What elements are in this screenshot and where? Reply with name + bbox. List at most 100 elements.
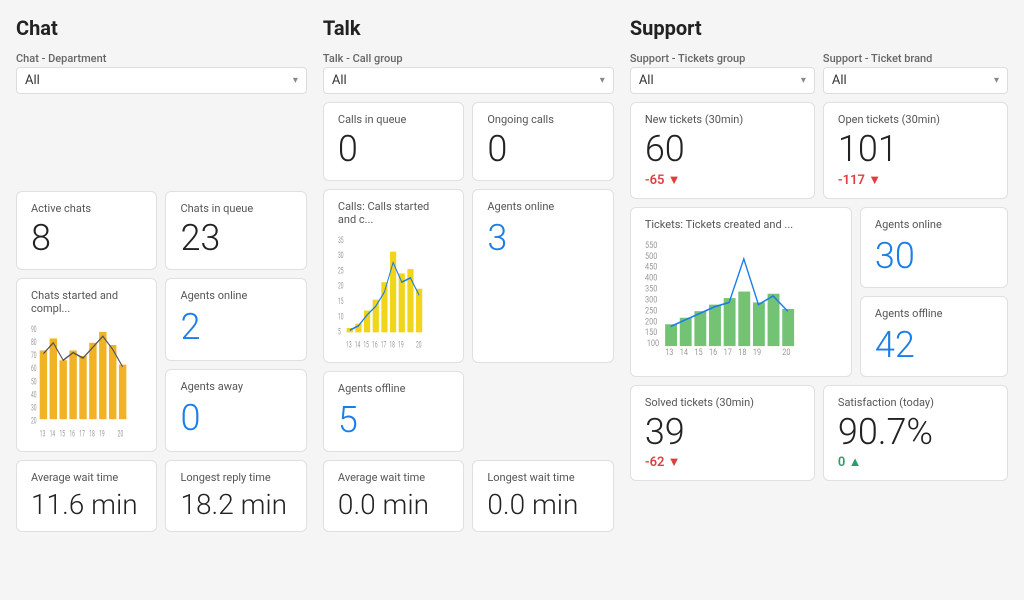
support-group-container: Support - Tickets group All ▾ [630,52,815,94]
chats-chart-label: Chats started and compl... [31,289,142,315]
chat-department-label: Chat - Department [16,52,307,65]
chats-in-queue-label: Chats in queue [180,202,291,215]
solved-tickets-card: Solved tickets (30min) 39 -62 ▼ [630,385,815,482]
svg-text:17: 17 [79,428,85,439]
svg-text:20: 20 [782,347,791,357]
support-bottom-cards: Solved tickets (30min) 39 -62 ▼ Satisfac… [630,385,1008,482]
svg-text:200: 200 [645,316,658,326]
ongoing-calls-value: 0 [487,130,598,170]
svg-text:19: 19 [753,347,761,357]
talk-agents-offline-value: 5 [338,399,449,441]
chat-mid-cards: Chats started and compl... 90 80 70 60 5… [16,278,307,452]
new-tickets-card: New tickets (30min) 60 -65 ▼ [630,102,815,199]
svg-text:35: 35 [338,234,344,245]
support-brand-dropdown[interactable]: All ▾ [823,67,1008,94]
svg-text:25: 25 [338,264,344,275]
svg-text:18: 18 [89,428,95,439]
svg-text:500: 500 [645,251,658,261]
svg-text:10: 10 [338,310,344,321]
svg-text:400: 400 [645,273,658,283]
chat-agents-online-label: Agents online [180,289,291,302]
chevron-down-icon: ▾ [293,75,298,86]
talk-agents-offline-label: Agents offline [338,382,449,395]
chat-avg-wait-label: Average wait time [31,471,142,484]
support-group-dropdown[interactable]: All ▾ [630,67,815,94]
support-agents-online-card: Agents online 30 [860,207,1008,288]
chat-bottom-cards: Average wait time 11.6 min Longest reply… [16,460,307,532]
talk-longest-wait-label: Longest wait time [487,471,598,484]
chat-agents-away-value: 0 [180,397,291,439]
talk-group-label: Talk - Call group [323,52,614,65]
calls-chart: 35 30 25 20 15 10 5 [338,232,449,352]
support-brand-container: Support - Ticket brand All ▾ [823,52,1008,94]
tickets-chart-label: Tickets: Tickets created and ... [645,218,837,231]
chats-chart: 90 80 70 60 50 40 30 20 [31,321,142,441]
chat-section: Chat Chat - Department All ▾ Active chat… [16,16,307,532]
support-group-label: Support - Tickets group [630,52,815,65]
talk-title: Talk [323,16,614,40]
svg-text:15: 15 [694,347,703,357]
open-tickets-value: 101 [838,130,993,170]
svg-text:17: 17 [723,347,732,357]
chat-agents-online-value: 2 [180,306,291,348]
svg-text:60: 60 [31,362,37,373]
talk-avg-wait-card: Average wait time 0.0 min [323,460,464,532]
svg-text:16: 16 [372,339,378,350]
talk-agents-online-card: Agents online 3 [472,189,613,363]
open-tickets-label: Open tickets (30min) [838,113,993,126]
chat-avg-wait-value: 11.6 min [31,488,142,521]
chat-department-dropdown[interactable]: All ▾ [16,67,307,94]
dashboard: Chat Chat - Department All ▾ Active chat… [16,16,1008,532]
svg-text:20: 20 [31,415,37,426]
support-agents-online-value: 30 [875,235,993,277]
svg-text:18: 18 [738,347,747,357]
svg-text:14: 14 [50,428,56,439]
support-agents-offline-label: Agents offline [875,307,993,320]
talk-section: Talk Talk - Call group All ▾ Calls in qu… [323,16,614,532]
chat-longest-reply-label: Longest reply time [180,471,291,484]
talk-agents-online-value: 3 [487,217,598,259]
talk-avg-wait-value: 0.0 min [338,488,449,521]
support-mid: Tickets: Tickets created and ... 550 500… [630,207,1008,377]
tickets-chart: 550 500 450 400 350 300 250 200 150 100 [645,237,837,357]
satisfaction-card: Satisfaction (today) 90.7% 0 ▲ [823,385,1008,482]
open-tickets-card: Open tickets (30min) 101 -117 ▼ [823,102,1008,199]
support-brand-label: Support - Ticket brand [823,52,1008,65]
talk-group-dropdown[interactable]: All ▾ [323,67,614,94]
svg-text:18: 18 [389,339,395,350]
svg-text:20: 20 [118,428,124,439]
support-title: Support [630,16,1008,40]
svg-text:14: 14 [355,339,361,350]
support-agents-online-label: Agents online [875,218,993,231]
new-tickets-label: New tickets (30min) [645,113,800,126]
talk-longest-wait-value: 0.0 min [487,488,598,521]
svg-text:13: 13 [665,347,673,357]
ongoing-calls-label: Ongoing calls [487,113,598,126]
chat-longest-reply-value: 18.2 min [180,488,291,521]
chevron-down-icon: ▾ [600,75,605,86]
calls-chart-card: Calls: Calls started and c... 35 30 25 2… [323,189,464,363]
svg-text:100: 100 [647,338,660,348]
talk-agents-offline-card: Agents offline 5 [323,371,464,452]
solved-tickets-label: Solved tickets (30min) [645,396,800,409]
svg-text:5: 5 [338,326,341,337]
svg-text:19: 19 [99,428,105,439]
chevron-down-icon: ▾ [994,75,999,86]
svg-text:30: 30 [31,401,37,412]
svg-text:20: 20 [416,339,422,350]
svg-text:350: 350 [645,284,658,294]
support-top-cards: New tickets (30min) 60 -65 ▼ Open ticket… [630,102,1008,199]
svg-text:300: 300 [645,294,658,304]
calls-in-queue-label: Calls in queue [338,113,449,126]
new-tickets-delta: -65 ▼ [645,172,800,188]
svg-text:16: 16 [709,347,718,357]
calls-in-queue-card: Calls in queue 0 [323,102,464,181]
talk-top-cards: Calls in queue 0 Ongoing calls 0 [323,102,614,181]
chats-chart-card: Chats started and compl... 90 80 70 60 5… [16,278,157,452]
svg-text:90: 90 [31,323,37,334]
support-group-value: All [639,73,654,88]
chat-avg-wait-card: Average wait time 11.6 min [16,460,157,532]
talk-mid-cards: Calls: Calls started and c... 35 30 25 2… [323,189,614,452]
chat-top-cards: Active chats 8 Chats in queue 23 [16,191,307,270]
active-chats-value: 8 [31,219,142,259]
